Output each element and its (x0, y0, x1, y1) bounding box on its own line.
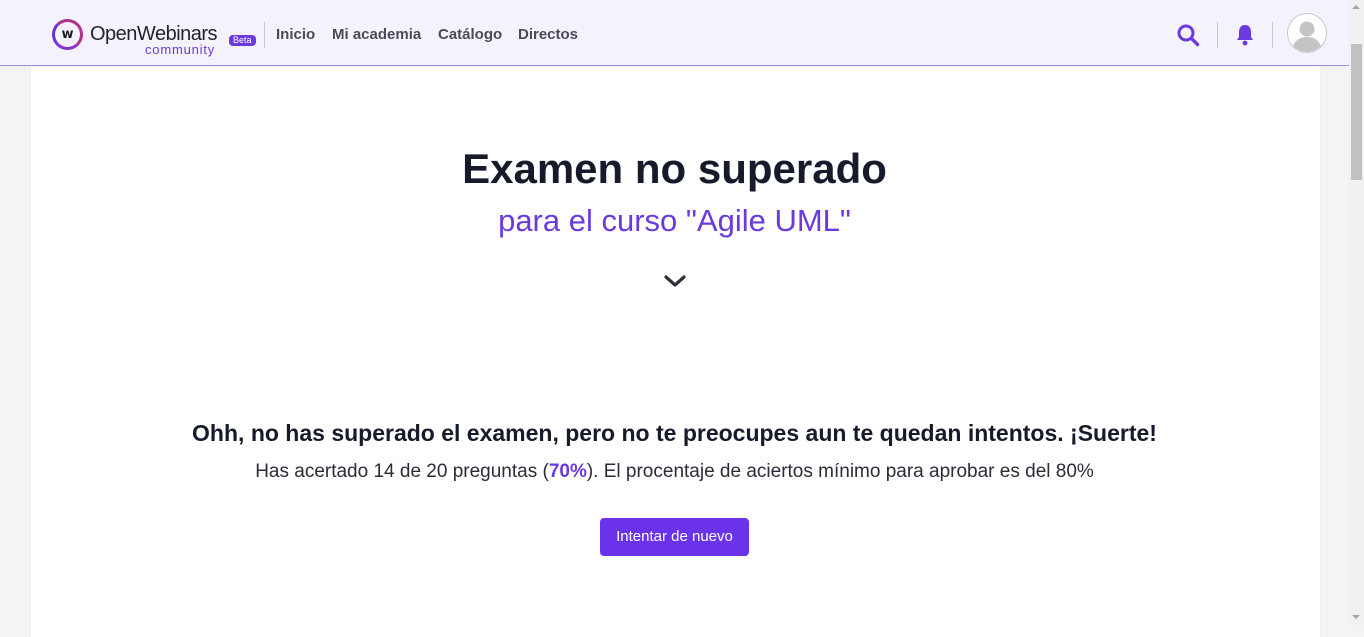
avatar-divider (1272, 22, 1273, 48)
course-subtitle: para el curso "Agile UML" (498, 203, 851, 238)
retry-exam-button[interactable]: Intentar de nuevo (600, 518, 749, 556)
nav-link-directos[interactable]: Directos (518, 26, 578, 44)
openwebinars-logo-icon[interactable]: w (52, 19, 83, 50)
score-percent: 70% (548, 461, 587, 482)
scroll-up-arrow-icon[interactable] (1352, 5, 1360, 9)
score-suffix: ). El procentaje de aciertos mínimo para… (586, 461, 1094, 482)
page-title: Examen no superado (462, 145, 887, 192)
brand-community-label: community (145, 42, 216, 57)
nav-link-mi-academia[interactable]: Mi academia (332, 26, 421, 44)
user-avatar[interactable] (1287, 13, 1327, 53)
nav-link-catalogo[interactable]: Catálogo (438, 26, 502, 44)
logo-letter: w (61, 27, 74, 42)
bell-icon[interactable] (1233, 22, 1257, 48)
beta-badge: Beta (229, 35, 256, 46)
chevron-down-icon[interactable] (663, 272, 687, 290)
exam-score-summary: Has acertado 14 de 20 preguntas (70%). E… (0, 460, 1349, 484)
icon-divider (1217, 22, 1218, 48)
score-prefix: Has acertado 14 de 20 preguntas ( (255, 461, 549, 482)
nav-link-inicio[interactable]: Inicio (276, 26, 315, 44)
brand-divider (264, 22, 265, 48)
top-navbar: w OpenWebinars community Beta Inicio Mi … (0, 0, 1349, 66)
search-icon[interactable] (1175, 22, 1201, 48)
exam-failed-message: Ohh, no has superado el examen, pero no … (192, 420, 1157, 446)
scroll-down-arrow-icon[interactable] (1352, 615, 1360, 619)
page-scrollbar[interactable] (1349, 0, 1364, 625)
scrollbar-thumb[interactable] (1351, 44, 1362, 180)
